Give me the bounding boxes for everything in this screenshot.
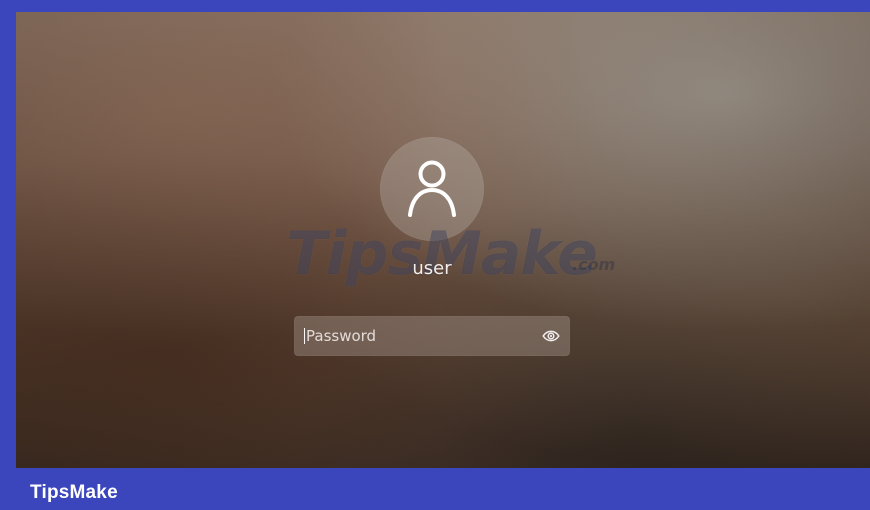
screen-frame: TipsMake .com user TipsMake bbox=[0, 0, 870, 510]
username-label: user bbox=[412, 258, 452, 279]
password-input[interactable] bbox=[294, 316, 526, 356]
password-field[interactable] bbox=[294, 316, 570, 356]
watermark-domain-suffix: .com bbox=[572, 255, 616, 274]
show-password-button[interactable] bbox=[541, 326, 561, 346]
footer-brand-label: TipsMake bbox=[30, 482, 118, 503]
lock-screen: TipsMake .com user bbox=[16, 12, 870, 468]
user-avatar-icon bbox=[408, 160, 456, 217]
user-avatar bbox=[380, 137, 484, 241]
eye-icon bbox=[542, 330, 560, 342]
